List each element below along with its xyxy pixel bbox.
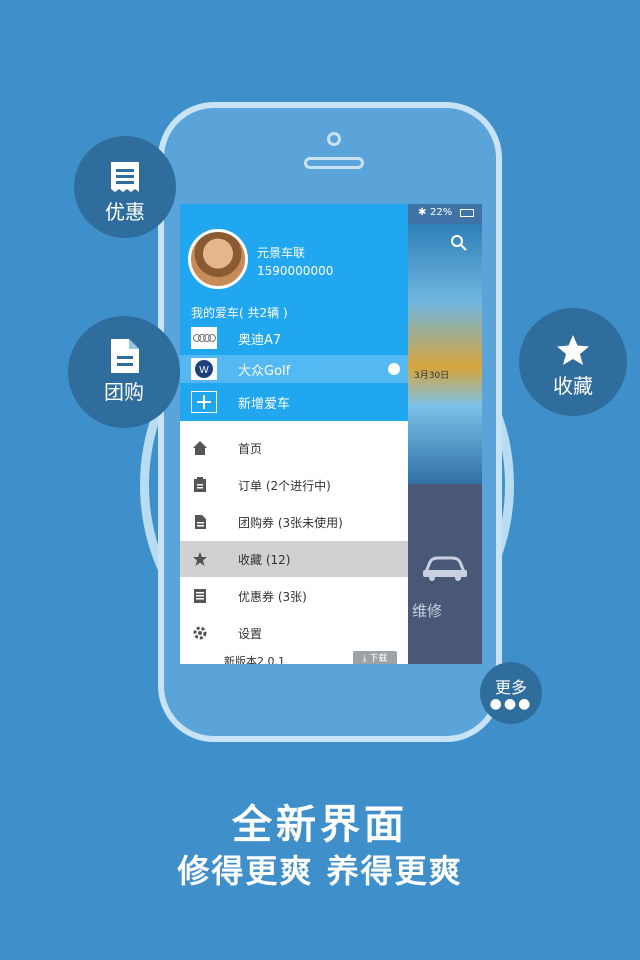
phone-camera <box>327 132 341 146</box>
download-button[interactable]: ⤓ 下载 <box>353 651 397 664</box>
bubble-label: 团购 <box>104 380 144 404</box>
vw-logo-icon: W <box>191 358 217 380</box>
gear-icon <box>193 626 207 640</box>
battery-icon <box>460 209 474 217</box>
download-label: 下载 <box>369 654 388 664</box>
menu-label: 订单 (2个进行中) <box>238 479 331 493</box>
document-icon <box>111 339 139 373</box>
audi-logo-icon <box>191 327 217 349</box>
bubble-favorite[interactable]: 收藏 <box>519 308 627 416</box>
car-icon <box>423 556 467 581</box>
bubble-discount[interactable]: 优惠 <box>74 136 176 238</box>
menu-item-orders[interactable]: 订单 (2个进行中) <box>180 467 408 503</box>
menu-label: 优惠券 (3张) <box>238 590 307 604</box>
home-icon <box>193 441 207 455</box>
plus-icon <box>191 391 217 413</box>
menu-item-group-coupons[interactable]: 团购券 (3张未使用) <box>180 504 408 540</box>
banner-date: 3月30日 <box>414 371 450 381</box>
my-cars-label: 我的爱车( 共2辆 ) <box>191 306 288 320</box>
avatar[interactable] <box>188 229 248 289</box>
menu-label: 团购券 (3张未使用) <box>238 516 343 530</box>
add-car-button[interactable]: 新增爱车 <box>180 388 408 416</box>
menu-item-favorites[interactable]: 收藏 (12) <box>180 541 408 577</box>
bubble-more[interactable]: 更多 ●●● <box>480 662 542 724</box>
user-phone: 1590000000 <box>257 264 334 278</box>
receipt-icon <box>194 589 206 603</box>
search-icon[interactable] <box>450 234 468 252</box>
receipt-icon <box>111 162 139 192</box>
more-dots-icon: ●●● <box>489 696 533 712</box>
repair-label: 维修 <box>412 602 443 620</box>
star-icon <box>557 335 589 365</box>
menu-item-home[interactable]: 首页 <box>180 430 408 466</box>
car-name: 奥迪A7 <box>238 333 282 348</box>
bubble-groupbuy[interactable]: 团购 <box>68 316 180 428</box>
version-text: 新版本2.0.1 <box>224 655 285 664</box>
status-bar: ✱ 22% <box>408 204 482 224</box>
user-name: 元景车联 <box>257 246 306 260</box>
document-icon <box>195 515 206 529</box>
repair-tile[interactable]: 维修 <box>408 484 482 664</box>
bubble-label: 收藏 <box>553 374 593 398</box>
car-name: 新增爱车 <box>238 397 291 412</box>
clipboard-icon <box>194 477 206 492</box>
star-icon <box>193 552 207 566</box>
svg-text:W: W <box>199 365 209 376</box>
menu-label: 首页 <box>238 442 263 456</box>
edit-icon[interactable] <box>388 363 400 375</box>
phone-speaker <box>304 157 364 169</box>
menu-item-coupons[interactable]: 优惠券 (3张) <box>180 578 408 614</box>
car-item-golf[interactable]: W 大众Golf <box>180 355 408 383</box>
battery-level: 22% <box>430 207 453 218</box>
phone-screen: ✱ 22% 3月30日 维修 元景车联 1590000000 我的爱车(共2辆… <box>180 204 482 664</box>
promo-banner[interactable]: 3月30日 <box>408 224 482 484</box>
bluetooth-icon: ✱ <box>418 207 427 218</box>
side-drawer: 元景车联 1590000000 我的爱车( 共2辆 ) 奥迪A7 W 大众Gol… <box>180 204 408 664</box>
app-background: ✱ 22% 3月30日 维修 <box>408 204 482 664</box>
menu-item-settings[interactable]: 设置 <box>180 615 408 651</box>
menu-label: 设置 <box>238 627 263 641</box>
menu-label: 收藏 (12) <box>238 553 291 567</box>
headline-title: 全新界面 <box>232 802 408 848</box>
car-name: 大众Golf <box>238 364 291 379</box>
drawer-header: 元景车联 1590000000 我的爱车( 共2辆 ) 奥迪A7 W 大众Gol… <box>180 204 408 421</box>
bubble-label: 更多 <box>494 678 527 697</box>
headline-subtitle: 修得更爽 养得更爽 <box>177 852 463 890</box>
car-item-audi[interactable]: 奥迪A7 <box>180 324 408 352</box>
bubble-label: 优惠 <box>105 200 145 224</box>
